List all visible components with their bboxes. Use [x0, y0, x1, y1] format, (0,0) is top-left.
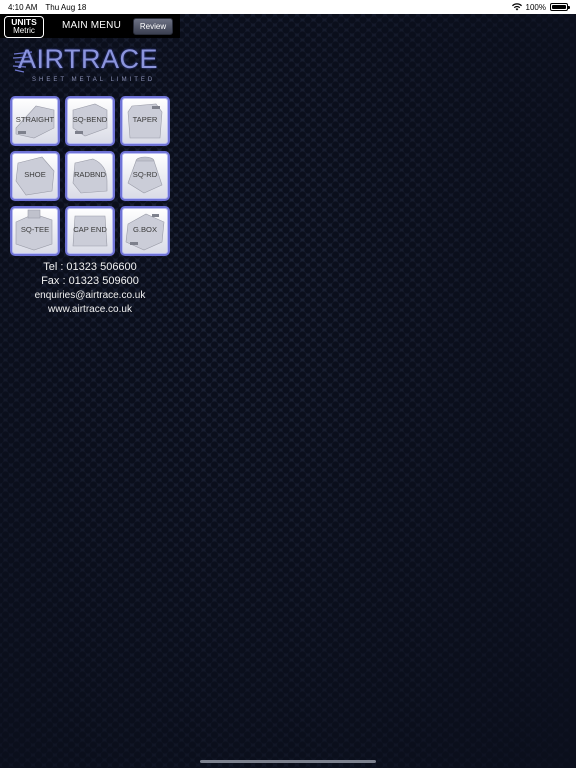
status-right: 100% — [511, 2, 570, 12]
tile-label: G.BOX — [132, 225, 158, 234]
tile-cap-end[interactable]: CAP END — [65, 206, 115, 256]
wifi-icon — [511, 3, 522, 11]
status-time: 4:10 AM — [8, 2, 38, 12]
tile-straight[interactable]: STRAIGHT — [10, 96, 60, 146]
tile-g-box[interactable]: G.BOX — [120, 206, 170, 256]
tile-radbnd[interactable]: RADBND — [65, 151, 115, 201]
tile-label: CAP END — [73, 225, 107, 234]
logo-wordmark: AIRTRACE — [18, 44, 159, 74]
tile-shoe[interactable]: SHOE — [10, 151, 60, 201]
nav-bar: UNITS Metric MAIN MENU Review — [0, 14, 180, 38]
tile-label: RADBND — [73, 170, 107, 179]
tile-label: SQ-TEE — [20, 225, 50, 234]
tile-sq-bend[interactable]: SQ-BEND — [65, 96, 115, 146]
contact-tel: Tel : 01323 506600 — [43, 261, 137, 273]
contact-website[interactable]: www.airtrace.co.uk — [0, 303, 180, 317]
side-panel: UNITS Metric MAIN MENU Review AIRTRACE S… — [0, 14, 180, 768]
status-bar: 4:10 AM Thu Aug 18 100% — [0, 0, 576, 14]
nav-title: MAIN MENU — [62, 20, 122, 31]
tile-sq-tee[interactable]: SQ-TEE — [10, 206, 60, 256]
tile-label: SQ-BEND — [72, 115, 108, 124]
status-date: Thu Aug 18 — [45, 2, 87, 12]
airtrace-logo: AIRTRACE SHEET METAL LIMITED — [12, 44, 170, 90]
contact-fax: Fax : 01323 509600 — [41, 275, 139, 288]
tile-taper[interactable]: TAPER — [120, 96, 170, 146]
home-indicator[interactable] — [200, 760, 376, 763]
units-value: Metric — [13, 26, 35, 36]
contact-info: Tel : 01323 506600 Fax : 01323 509600 en… — [0, 260, 180, 317]
battery-icon — [550, 3, 570, 11]
review-button[interactable]: Review — [133, 18, 173, 35]
fitting-grid: STRAIGHT SQ-BEND TAPER SHOE RADBND SQ-RD… — [10, 96, 172, 256]
battery-percent: 100% — [525, 2, 546, 12]
tile-label: SQ-RD — [132, 170, 158, 179]
tile-sq-rd[interactable]: SQ-RD — [120, 151, 170, 201]
tile-label: TAPER — [132, 115, 158, 124]
logo-subtitle: SHEET METAL LIMITED — [32, 77, 156, 83]
contact-email[interactable]: enquiries@airtrace.co.uk — [0, 289, 180, 303]
tile-label: SHOE — [24, 170, 46, 179]
units-button[interactable]: UNITS Metric — [4, 16, 44, 38]
tile-label: STRAIGHT — [15, 115, 55, 124]
